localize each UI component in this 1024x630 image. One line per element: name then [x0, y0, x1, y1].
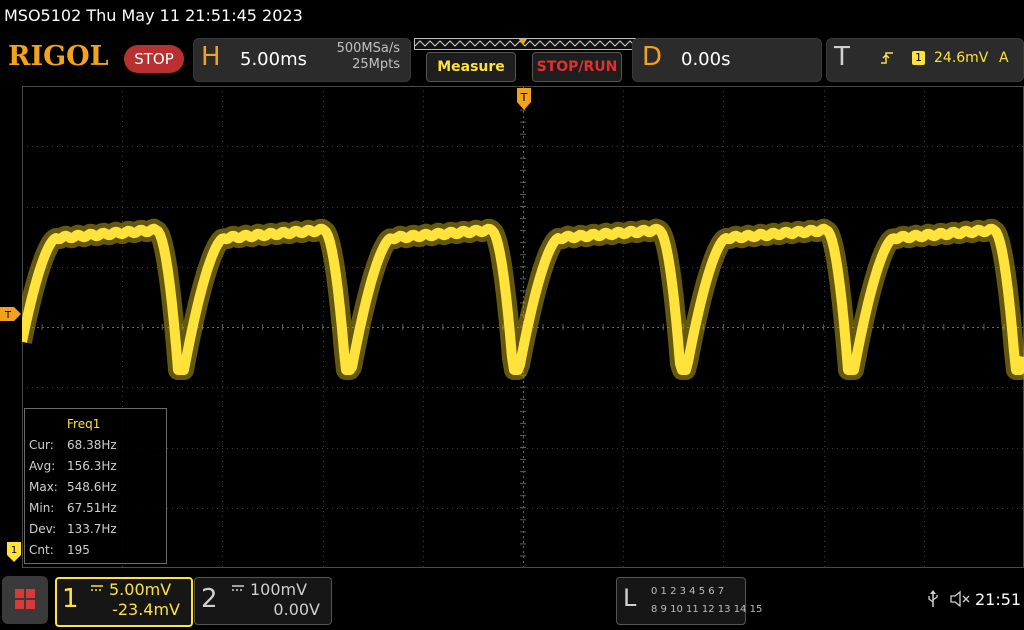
menu-square-bl: [15, 600, 24, 609]
ch1-scale: 5.00mV: [109, 580, 172, 599]
ch1-offset-label: 1: [11, 545, 17, 556]
device-datetime: MSO5102 Thu May 11 21:51:45 2023: [4, 6, 303, 25]
trigger-level: 24.6mV: [934, 50, 989, 66]
ch1-offset-marker[interactable]: 1: [7, 542, 21, 562]
measurement-label: Avg:: [29, 459, 56, 473]
menu-square-tr: [26, 589, 35, 598]
logic-channels-row-2: 8 9 10 11 12 13 14 15: [651, 604, 763, 615]
trigger-panel[interactable]: [826, 38, 1024, 82]
dc-coupling-icon: [232, 585, 244, 591]
measurement-label: Cur:: [29, 438, 54, 452]
delay-letter: D: [642, 42, 663, 72]
ch1-number: 1: [62, 584, 79, 614]
logic-analyzer-letter: L: [623, 584, 637, 612]
measurement-title: Freq1: [67, 417, 101, 431]
trigger-mode: A: [999, 50, 1009, 66]
measurement-value: 67.51Hz: [67, 501, 117, 515]
menu-square-br: [26, 600, 35, 609]
ch1-offset: -23.4mV: [112, 600, 180, 619]
usb-icon: [928, 590, 938, 607]
main-menu-button[interactable]: [2, 576, 48, 624]
memory-overview-pattern: [415, 39, 635, 47]
trigger-position-label: T: [520, 91, 528, 104]
rising-edge-icon: [881, 52, 893, 64]
rising-edge-path: [881, 52, 893, 64]
measurement-value: 156.3Hz: [67, 459, 117, 473]
logic-channels-row-1: 0 1 2 3 4 5 6 7: [651, 586, 725, 597]
memory-overview-bar[interactable]: [414, 38, 636, 50]
menu-grid-icon: [15, 589, 35, 609]
usb-arrow: [930, 590, 936, 594]
title-bar: MSO5102 Thu May 11 21:51:45 2023: [0, 0, 1024, 34]
measurement-value: 68.38Hz: [67, 438, 117, 452]
waveform-grid[interactable]: [22, 86, 1024, 568]
trigger-position-marker[interactable]: T: [515, 86, 533, 112]
ch2-scale: 100mV: [250, 580, 308, 599]
dc-coupling-icon: [91, 585, 103, 591]
trigger-level-marker[interactable]: T: [0, 306, 22, 322]
sample-rate: 500MSa/s: [336, 41, 400, 56]
delay-value: 0.00s: [681, 49, 731, 70]
ch2-offset: 0.00V: [273, 600, 320, 619]
speaker-shape: [950, 590, 961, 608]
trigger-level-label: T: [4, 310, 12, 321]
measurement-panel[interactable]: Freq1 Cur: 68.38Hz Avg: 156.3Hz Max: 548…: [24, 408, 167, 564]
measurement-value: 195: [67, 543, 90, 557]
measurement-value: 548.6Hz: [67, 480, 117, 494]
measurement-label: Cnt:: [29, 543, 54, 557]
stop-run-button[interactable]: STOP/RUN: [532, 52, 622, 82]
trigger-letter: T: [834, 42, 850, 72]
horizontal-letter: H: [201, 42, 221, 72]
measurement-label: Dev:: [29, 522, 57, 536]
measurement-label: Min:: [29, 501, 55, 515]
mute-icon[interactable]: [950, 590, 972, 608]
menu-square-tl: [15, 589, 24, 598]
trigger-source-badge: 1: [912, 51, 925, 65]
timebase-value: 5.00ms: [240, 49, 307, 70]
rigol-logo: RIGOL: [8, 41, 109, 72]
run-state-badge[interactable]: STOP: [124, 45, 184, 73]
status-clock: 21:51: [975, 590, 1022, 609]
memory-depth: 25Mpts: [352, 57, 400, 72]
measurement-label: Max:: [29, 480, 58, 494]
memory-trigger-pointer: [519, 39, 527, 45]
ch2-number: 2: [201, 584, 218, 614]
measurement-value: 133.7Hz: [67, 522, 117, 536]
measure-button[interactable]: Measure: [426, 52, 516, 82]
